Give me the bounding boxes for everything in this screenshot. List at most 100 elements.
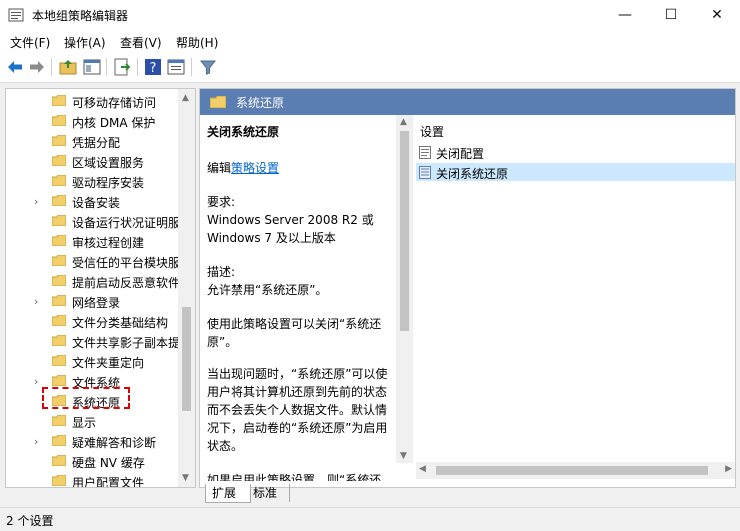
folder-icon — [52, 255, 66, 266]
tree-item[interactable]: 驱动程序安装 — [6, 171, 178, 191]
tree-item-label: 受信任的平台模块服 — [72, 256, 181, 270]
tree-item[interactable]: 设备运行状况证明服 — [6, 211, 181, 231]
edit-policy-link[interactable]: 策略设置 — [231, 161, 279, 175]
tree-item[interactable]: 提前启动反恶意软件 — [6, 271, 180, 291]
scroll-left-icon[interactable]: ◀ — [419, 464, 426, 474]
toolbar-separator — [106, 58, 107, 76]
folder-icon — [52, 455, 66, 466]
policy-page-icon — [419, 146, 431, 159]
highlight-annotation — [42, 387, 130, 409]
forward-arrow-icon[interactable] — [27, 57, 47, 77]
folder-icon — [52, 195, 66, 206]
tree-item[interactable]: 用户配置文件 — [6, 471, 178, 488]
minimize-button[interactable]: — — [602, 0, 648, 30]
tree-item-label: 疑难解答和诊断 — [72, 436, 157, 450]
tree-item-label: 用户配置文件 — [72, 476, 145, 488]
tree-item[interactable]: 文件共享影子副本提 — [6, 331, 181, 351]
folder-icon — [52, 175, 66, 186]
gpedit-app-icon — [8, 8, 24, 22]
tree-item-label: 设备运行状况证明服 — [72, 216, 181, 230]
scroll-right-icon[interactable]: ▶ — [725, 464, 732, 474]
tree-item[interactable]: 受信任的平台模块服 — [6, 251, 181, 271]
expand-chevron-icon[interactable]: › — [34, 435, 38, 448]
description-text-3: 当出现问题时，“系统还原”可以使用户将其计算机还原到先前的状态而不会丢失个人数据… — [207, 367, 388, 453]
list-item-label: 关闭配置 — [436, 147, 485, 161]
navigation-tree: 可移动存储访问内核 DMA 保护 凭据分配区域设置服务 驱动程序安装 › 设备安装设备运… — [5, 88, 196, 488]
tree-item[interactable]: 审核过程创建 — [6, 231, 178, 251]
description-text-2: 使用此策略设置可以关闭“系统还原”。 — [207, 317, 382, 349]
scroll-up-icon[interactable]: ▲ — [182, 93, 189, 103]
tree-item[interactable]: 凭据分配 — [6, 131, 178, 151]
requirements-label: 要求: — [207, 195, 236, 209]
tree-item-label: 审核过程创建 — [72, 236, 145, 250]
tree-item-label: 内核 DMA 保护 — [72, 116, 156, 130]
help-icon[interactable]: ? — [143, 57, 163, 77]
tab-standard[interactable]: 标准 — [249, 484, 290, 502]
window-title: 本地组策略编辑器 — [32, 9, 129, 23]
tree-item-label: 凭据分配 — [72, 136, 121, 150]
tree-item-label: 设备安装 — [72, 196, 121, 210]
tree-item[interactable]: 区域设置服务 — [6, 151, 178, 171]
scroll-up-icon[interactable]: ▲ — [400, 117, 407, 127]
tree-item[interactable]: 可移动存储访问 — [6, 91, 178, 111]
policy-setting-icon — [419, 166, 431, 179]
filter-icon[interactable] — [198, 57, 218, 77]
tree-item[interactable]: › 设备安装 — [6, 191, 178, 211]
list-scroll-thumb[interactable] — [436, 466, 708, 475]
tree-item-label: 网络登录 — [72, 296, 121, 310]
back-arrow-icon[interactable] — [5, 57, 25, 77]
list-item-close-system-restore[interactable]: 关闭系统还原 — [416, 163, 735, 181]
description-text-4: 如果启用此策略设置，则“系统还 — [207, 473, 382, 481]
tree-item-label: 区域设置服务 — [72, 156, 145, 170]
panel-header: 系统还原 — [200, 89, 735, 115]
toolbar-separator — [51, 58, 52, 76]
expand-chevron-icon[interactable]: › — [34, 295, 38, 308]
folder-icon — [52, 95, 66, 106]
close-button[interactable]: ✕ — [694, 0, 740, 30]
folder-icon — [52, 375, 66, 386]
status-bar: 2 个设置 — [0, 507, 740, 531]
folder-icon — [52, 235, 66, 246]
list-horizontal-scrollbar[interactable]: ◀ ▶ — [416, 462, 735, 479]
folder-icon — [52, 115, 66, 126]
folder-icon — [52, 215, 66, 226]
expand-chevron-icon[interactable]: › — [34, 375, 38, 388]
scroll-down-icon[interactable]: ▼ — [400, 451, 407, 461]
menu-action[interactable]: 操作(A) — [64, 34, 106, 51]
tree-item[interactable]: › 疑难解答和诊断 — [6, 431, 178, 451]
description-scrollbar[interactable]: ▲ ▼ — [396, 115, 413, 463]
tree-item[interactable]: › 网络登录 — [6, 291, 178, 311]
export-list-icon[interactable] — [112, 57, 132, 77]
list-item-close-config[interactable]: 关闭配置 — [416, 143, 735, 161]
tree-item[interactable]: 文件夹重定向 — [6, 351, 178, 371]
menu-view[interactable]: 查看(V) — [120, 34, 162, 51]
expand-chevron-icon[interactable]: › — [34, 195, 38, 208]
menu-file[interactable]: 文件(F) — [10, 34, 50, 51]
toolbar-separator — [137, 58, 138, 76]
svg-text:?: ? — [150, 61, 157, 76]
toolbar: ? — [0, 52, 740, 83]
folder-icon — [210, 96, 226, 108]
tree-item[interactable]: 显示 — [6, 411, 178, 431]
tree-vertical-scrollbar[interactable]: ▲ ▼ — [178, 89, 195, 487]
tree-item[interactable]: 硬盘 NV 缓存 — [6, 451, 178, 471]
tree-scroll-thumb[interactable] — [182, 307, 191, 411]
scroll-down-icon[interactable]: ▼ — [182, 473, 189, 483]
folder-icon — [52, 415, 66, 426]
maximize-button[interactable]: ☐ — [648, 0, 694, 30]
tree-item-label: 文件夹重定向 — [72, 356, 145, 370]
tree-item[interactable]: 内核 DMA 保护 — [6, 111, 178, 131]
tree-item[interactable]: 文件分类基础结构 — [6, 311, 178, 331]
settings-column-header[interactable]: 设置 — [420, 123, 444, 140]
show-hide-tree-icon[interactable] — [82, 57, 102, 77]
menu-help[interactable]: 帮助(H) — [176, 34, 218, 51]
tree-item-label: 文件共享影子副本提 — [72, 336, 181, 350]
properties-icon[interactable] — [166, 57, 186, 77]
tab-extended[interactable]: 扩展 — [205, 484, 251, 503]
folder-icon — [52, 355, 66, 366]
folder-icon — [52, 155, 66, 166]
status-text: 2 个设置 — [6, 514, 54, 528]
up-folder-icon[interactable] — [58, 57, 78, 77]
folder-icon — [52, 435, 66, 446]
description-scroll-thumb[interactable] — [400, 131, 409, 331]
